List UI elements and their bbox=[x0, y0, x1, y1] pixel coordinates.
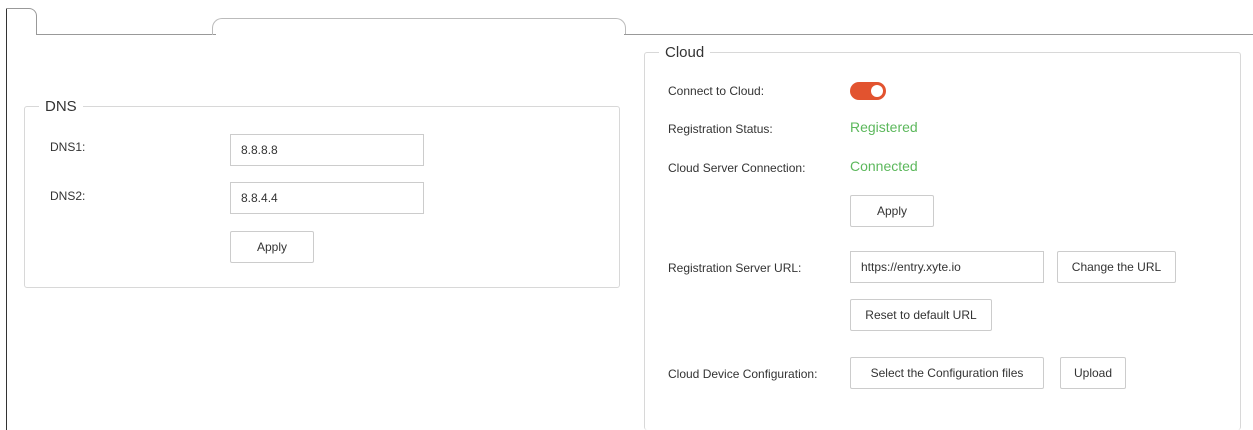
registration-status-label: Registration Status: bbox=[668, 122, 773, 136]
cloud-server-connection-label: Cloud Server Connection: bbox=[668, 161, 806, 175]
registration-url-input[interactable]: https://entry.xyte.io bbox=[850, 251, 1044, 283]
connect-to-cloud-toggle[interactable] bbox=[850, 82, 886, 100]
upload-button[interactable]: Upload bbox=[1060, 357, 1126, 389]
connect-to-cloud-label: Connect to Cloud: bbox=[668, 84, 765, 98]
dns2-label: DNS2: bbox=[50, 189, 86, 203]
device-config-label: Cloud Device Configuration: bbox=[668, 367, 818, 381]
dns2-input[interactable]: 8.8.4.4 bbox=[230, 182, 424, 214]
registration-status-value: Registered bbox=[850, 119, 918, 135]
reset-default-url-button[interactable]: Reset to default URL bbox=[850, 299, 992, 331]
dns1-input[interactable]: 8.8.8.8 bbox=[230, 134, 424, 166]
dns1-label: DNS1: bbox=[50, 140, 86, 154]
page-frame-border bbox=[6, 8, 7, 430]
toggle-knob bbox=[871, 85, 883, 97]
change-url-button[interactable]: Change the URL bbox=[1057, 251, 1176, 283]
cloud-server-connection-value: Connected bbox=[850, 158, 918, 174]
tab-divider-right bbox=[624, 34, 1253, 35]
select-config-files-button[interactable]: Select the Configuration files bbox=[850, 357, 1044, 389]
dns-apply-button[interactable]: Apply bbox=[230, 231, 314, 263]
registration-url-label: Registration Server URL: bbox=[668, 261, 802, 275]
tab-divider bbox=[36, 34, 216, 35]
cloud-legend: Cloud bbox=[665, 44, 705, 61]
tab-inactive[interactable] bbox=[6, 8, 37, 35]
cloud-apply-button[interactable]: Apply bbox=[850, 195, 934, 227]
tab-active[interactable] bbox=[212, 18, 626, 35]
dns-legend: DNS bbox=[45, 98, 77, 115]
